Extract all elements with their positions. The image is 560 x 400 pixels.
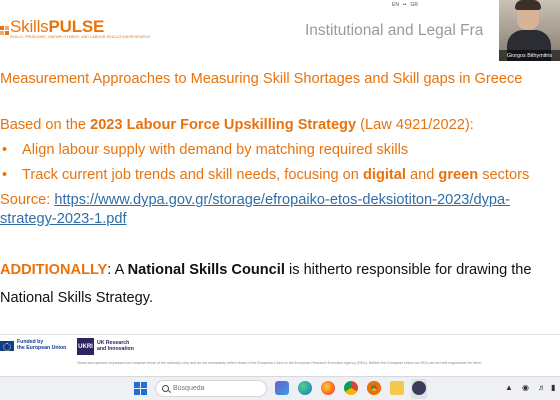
lang-en: EN [392, 2, 399, 8]
bullet-green: green [438, 167, 479, 183]
bullet-prefix: Track current job trends and skill needs… [22, 167, 363, 183]
volume-icon[interactable]: ♬ [538, 383, 546, 392]
source-link[interactable]: https://www.dypa.gov.gr/storage/efropaik… [54, 192, 510, 208]
start-icon[interactable] [134, 382, 147, 395]
firefox-icon[interactable] [321, 381, 335, 395]
language-indicator: EN •• GR [392, 2, 418, 8]
logo-mark-icon [0, 26, 10, 36]
taskbar-search[interactable] [155, 380, 267, 397]
bullet-item: • Align labour supply with demand by mat… [0, 142, 408, 158]
search-icon [162, 385, 169, 392]
ukri-mark-icon: UKRI [77, 338, 94, 355]
strategy-name: 2023 Labour Force Upskilling Strategy [90, 117, 357, 133]
logo-pulse: PULSE [48, 17, 105, 36]
footer-divider [0, 334, 560, 335]
task-view-icon[interactable] [275, 381, 289, 395]
logo-tagline: SKILLS, PROBLEMS, UNEMPLOYMENT, AND LABO… [10, 35, 151, 39]
media-player-icon[interactable] [412, 381, 426, 395]
participant-hair [515, 0, 541, 10]
slide-title: Institutional and Legal Fra [305, 22, 484, 39]
search-input[interactable] [173, 385, 263, 392]
logo-text: SkillsPULSE SKILLS, PROBLEMS, UNEMPLOYME… [10, 18, 150, 40]
source-citation: Source: https://www.dypa.gov.gr/storage/… [0, 191, 510, 229]
council-name: National Skills Council [127, 262, 285, 278]
bullet-text: Track current job trends and skill needs… [22, 167, 529, 183]
source-link-continuation[interactable]: strategy-2023-1.pdf [0, 211, 127, 227]
chrome-profile-icon[interactable] [367, 381, 381, 395]
ukri-logo: UKRI UK Research and Innovation [77, 338, 134, 355]
file-explorer-icon[interactable] [390, 381, 404, 395]
edge-icon[interactable] [298, 381, 312, 395]
bullet-dot: • [2, 167, 8, 183]
source-label: Source: [0, 192, 55, 208]
participant-name: Giorgos Bithymitris [499, 50, 560, 61]
skillspulse-logo: SkillsPULSE SKILLS, PROBLEMS, UNEMPLOYME… [0, 18, 150, 44]
bullet-text: Align labour supply with demand by match… [22, 142, 409, 158]
slide: SkillsPULSE SKILLS, PROBLEMS, UNEMPLOYME… [0, 0, 560, 376]
additionally-paragraph: ADDITIONALLY: A National Skills Council … [0, 262, 532, 278]
eu-flag-icon [0, 340, 14, 351]
additionally-colon: : A [107, 262, 128, 278]
bullet-dot: • [2, 142, 8, 158]
additionally-highlight: ADDITIONALLY [0, 262, 108, 278]
participant-video-tile[interactable]: Giorgos Bithymitris [499, 0, 560, 61]
funding-disclaimer: Views and opinions expressed are however… [77, 361, 482, 365]
bullet-mid: and [405, 167, 439, 183]
windows-taskbar: ▲ ◉ ♬ ▮ [0, 376, 560, 400]
tray-chevron-icon[interactable]: ▲ [505, 383, 513, 392]
strategy-prefix: Based on the [0, 117, 91, 133]
strategy-paragraph: Based on the 2023 Labour Force Upskillin… [0, 117, 474, 133]
additionally-rest: is hitherto responsible for drawing the [284, 262, 532, 278]
strategy-suffix: (Law 4921/2022): [356, 117, 474, 133]
bullet-digital: digital [362, 167, 406, 183]
lang-gr: GR [410, 2, 418, 8]
lang-dots: •• [402, 2, 407, 8]
chrome-icon[interactable] [344, 381, 358, 395]
eu-funding-logo: Funded by the European Union [0, 339, 67, 352]
logo-skills: Skills [10, 17, 49, 36]
wifi-icon[interactable]: ◉ [522, 383, 529, 392]
ukri-line2: and Innovation [97, 345, 134, 352]
bullet-item: • Track current job trends and skill nee… [0, 167, 529, 183]
slide-heading: Measurement Approaches to Measuring Skil… [0, 71, 523, 87]
additionally-line2: National Skills Strategy. [0, 290, 154, 306]
battery-icon[interactable]: ▮ [551, 383, 555, 392]
bullet-suffix: sectors [478, 167, 530, 183]
eu-line2: the European Union [17, 344, 67, 351]
